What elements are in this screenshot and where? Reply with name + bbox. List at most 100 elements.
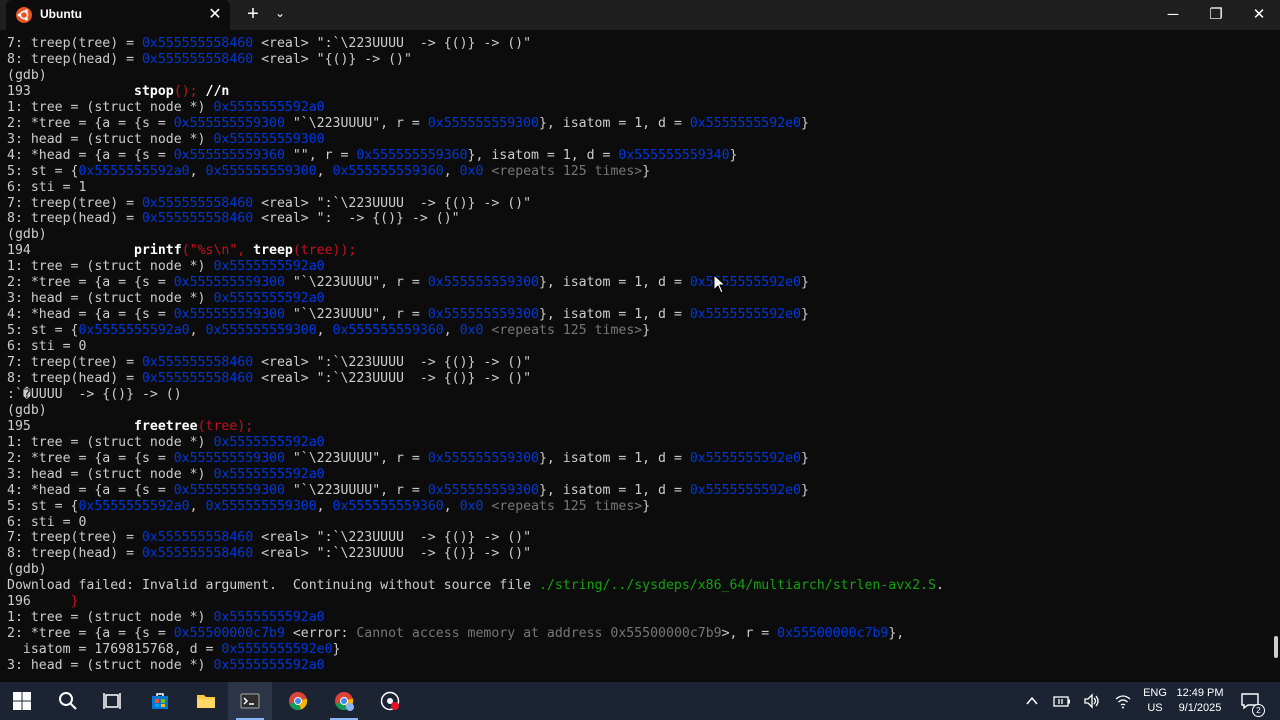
terminal-line: :`�UUUU -> {()} -> ()	[7, 387, 182, 403]
terminal-output[interactable]: 7: treep(tree) = 0x555555558460 <real> "…	[0, 30, 1272, 682]
terminal-text: <real> "{()} -> ()"	[253, 51, 412, 67]
terminal-text: 2: *tree = {a = {s =	[7, 450, 174, 466]
microsoft-store-button[interactable]	[138, 682, 182, 720]
terminal-text: 0x555555559300	[173, 450, 285, 466]
chrome-button[interactable]	[276, 682, 320, 720]
tab-ubuntu[interactable]: Ubuntu ✕	[6, 0, 230, 30]
tab-close-button[interactable]: ✕	[204, 4, 226, 24]
language-indicator[interactable]: ENG US	[1140, 686, 1170, 716]
terminal-text: 6: sti = 0	[7, 514, 87, 530]
wifi-icon	[1115, 695, 1131, 709]
recording-app-button[interactable]	[368, 682, 412, 720]
terminal-line: 4: *head = {a = {s = 0x555555559360 "", …	[7, 148, 737, 164]
terminal-text: 7: treep(tree) =	[7, 36, 142, 51]
terminal-text: 8: treep(head) =	[7, 370, 142, 386]
chrome-icon	[335, 692, 354, 711]
terminal-text: ,	[316, 498, 333, 514]
terminal-line: 8: treep(head) = 0x555555558460 <real> "…	[7, 546, 531, 562]
terminal-line: 193 stpop(); //n	[7, 84, 229, 100]
terminal-text: <error:	[284, 626, 357, 642]
new-tab-button[interactable]: +	[242, 3, 264, 26]
terminal-line: 194 printf("%s\n", treep(tree));	[7, 243, 356, 259]
terminal-text: freetree	[134, 418, 198, 434]
terminal-text: <repeats 125 times>	[483, 498, 643, 514]
search-button[interactable]	[46, 682, 90, 720]
clock[interactable]: 12:49 PM 9/1/2025	[1170, 686, 1230, 716]
terminal-text: 5: st = {	[7, 323, 79, 339]
battery-tray-button[interactable]	[1053, 693, 1071, 709]
tab-dropdown-button[interactable]: ⌄	[272, 6, 288, 20]
terminal-taskbar-button[interactable]	[228, 682, 272, 720]
chrome-profile-button[interactable]	[322, 682, 366, 720]
terminal-text: "`\223UUUU", r =	[284, 115, 428, 131]
terminal-line: 6: sti = 0	[7, 339, 86, 355]
task-view-button[interactable]	[90, 682, 134, 720]
start-button[interactable]	[0, 682, 44, 720]
scrollbar-thumb[interactable]	[1274, 636, 1278, 658]
terminal-text: 6: sti = 1	[7, 179, 87, 195]
minimize-button[interactable]: ─	[1150, 0, 1196, 30]
terminal-line: 2: *tree = {a = {s = 0x555555559300 "`\2…	[7, 275, 809, 291]
maximize-button[interactable]: ❐	[1193, 0, 1239, 30]
terminal-text: 0x55500000c7b9	[173, 626, 285, 642]
terminal-line: 3: head = (struct node *) 0x5555555592a0	[7, 467, 325, 483]
terminal-text: (gdb)	[7, 67, 47, 83]
terminal-text: 196	[7, 594, 71, 610]
terminal-text: 0x555555559360	[356, 147, 468, 163]
terminal-text: 0x5555555592e0	[221, 642, 333, 658]
volume-tray-button[interactable]	[1083, 693, 1101, 709]
terminal-text: 0x55500000c7b9	[777, 626, 889, 642]
terminal-text: "`\223UUUU", r =	[284, 450, 428, 466]
terminal-text: 0x555555559300	[427, 482, 539, 498]
file-explorer-button[interactable]	[184, 682, 228, 720]
terminal-text: 0x555555558460	[141, 530, 254, 546]
terminal-text: }	[800, 115, 809, 131]
terminal-line: 7: treep(tree) = 0x555555558460 <real> "…	[7, 530, 531, 546]
terminal-text: }	[642, 163, 651, 179]
terminal-text: "`\223UUUU", r =	[284, 482, 428, 498]
terminal-text: ,	[443, 498, 460, 514]
terminal-text: 0x5555555592a0	[213, 434, 325, 450]
terminal-text: 8: treep(head) =	[7, 51, 142, 67]
terminal-text: 0x5555555592a0	[213, 99, 325, 115]
terminal-text: 0x5555555592a0	[213, 610, 325, 626]
terminal-text: 0x5555555592e0	[689, 115, 801, 131]
terminal-text: 8: treep(head) =	[7, 546, 142, 562]
terminal-text: 2: *tree = {a = {s =	[7, 626, 174, 642]
terminal-text: 0x0	[459, 323, 484, 339]
terminal-text: 1: tree = (struct node *)	[7, 259, 214, 275]
terminal-text: }	[642, 323, 651, 339]
terminal-text: 0x555555558460	[141, 36, 254, 51]
terminal-text: 0x555555558460	[141, 355, 254, 370]
terminal-text: 0x555555558460	[141, 546, 254, 562]
terminal-text: 5: st = {	[7, 498, 79, 514]
terminal-line: 8: treep(head) = 0x555555558460 <real> "…	[7, 211, 460, 227]
wifi-tray-button[interactable]	[1114, 693, 1132, 709]
show-hidden-icons-button[interactable]	[1024, 693, 1042, 709]
terminal-line: 6: sti = 0	[7, 515, 86, 531]
terminal-text: 6: sti = 0	[7, 339, 87, 355]
terminal-text: 0x5555555592a0	[213, 466, 325, 482]
terminal-text: }	[332, 642, 341, 658]
terminal-text: 3: head = (struct node *)	[7, 131, 214, 147]
mouse-cursor-icon	[713, 273, 727, 294]
terminal-line: 3: head = (struct node *) 0x5555555592a0	[7, 658, 325, 674]
terminal-text: 194	[7, 243, 135, 259]
terminal-text: ();	[173, 83, 198, 99]
tab-title: Ubuntu	[40, 7, 82, 21]
terminal-text: ,	[443, 323, 460, 339]
terminal-text: 0x5555555592a0	[78, 323, 190, 339]
terminal-line: 8: treep(head) = 0x555555558460 <real> "…	[7, 52, 412, 68]
terminal-text: 0x0	[459, 163, 484, 179]
terminal-text: 0x555555559300	[427, 275, 539, 291]
terminal-scrollbar[interactable]	[1272, 30, 1280, 682]
terminal-text: 0x555555559300	[205, 498, 317, 514]
close-window-button[interactable]: ✕	[1236, 0, 1280, 30]
terminal-text: 7: treep(tree) =	[7, 355, 142, 370]
terminal-text: 0x5555555592e0	[689, 450, 801, 466]
terminal-text: 195	[7, 418, 135, 434]
terminal-line: 196 }	[7, 594, 78, 610]
terminal-text: (tree);	[197, 418, 254, 434]
terminal-line: 2: *tree = {a = {s = 0x55500000c7b9 <err…	[7, 626, 904, 642]
terminal-text: }, isatom = 1, d =	[538, 482, 690, 498]
